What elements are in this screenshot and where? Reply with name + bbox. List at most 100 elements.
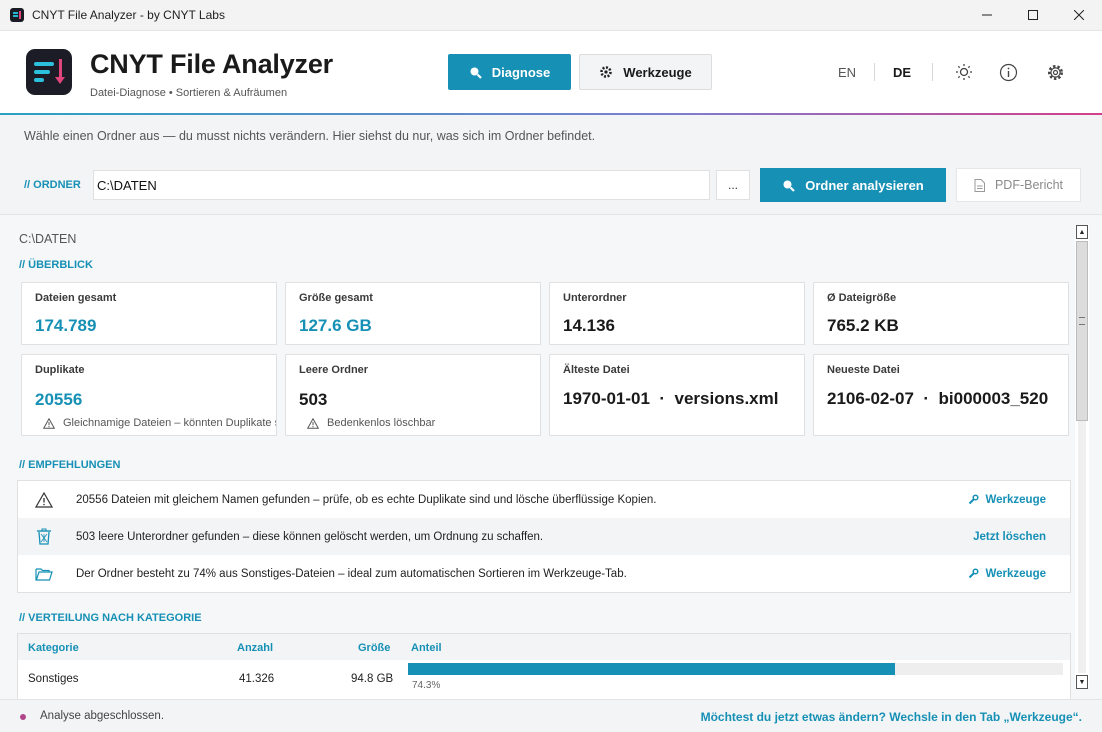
stat-label: Leere Ordner: [299, 364, 369, 376]
open-tools-link[interactable]: Werkzeuge: [968, 568, 1046, 580]
search-icon: [783, 180, 796, 192]
app-header: CNYT File Analyzer Datei-Diagnose • Sort…: [0, 31, 1102, 115]
share-bar: [408, 663, 1063, 675]
minimize-icon: [982, 14, 992, 16]
sun-icon: [956, 64, 972, 80]
share-percent: 74.3%: [412, 680, 441, 691]
stat-value: 14.136: [563, 316, 615, 335]
category-count: 41.326: [239, 673, 275, 685]
column-header-share[interactable]: Anteil: [411, 642, 442, 654]
folder-path-input[interactable]: [93, 170, 710, 200]
category-distribution-table: Kategorie Anzahl Größe Anteil Sonstiges …: [17, 633, 1071, 699]
open-tools-label: Werkzeuge: [985, 567, 1046, 580]
wrench-icon: [969, 494, 980, 505]
stat-card-avg-size: Ø Dateigröße 765.2 KB: [813, 282, 1069, 345]
document-icon: [974, 178, 985, 192]
status-indicator: [20, 714, 26, 720]
tab-diagnose[interactable]: Diagnose: [448, 54, 571, 90]
recommendations-section-title: // EMPFEHLUNGEN: [19, 459, 121, 471]
stat-label: Älteste Datei: [563, 364, 630, 376]
scroll-grip: [1079, 317, 1085, 325]
stat-card-files: Dateien gesamt 174.789: [21, 282, 277, 345]
recommendation-item: Der Ordner besteht zu 74% aus Sonstiges-…: [18, 555, 1070, 592]
app-name: CNYT File Analyzer: [90, 49, 333, 79]
maximize-button[interactable]: [1010, 0, 1056, 30]
distribution-section-title: // VERTEILUNG NACH KATEGORIE: [19, 612, 202, 624]
stat-value: 1970-01-01 · versions.xml: [563, 389, 779, 408]
info-icon: [999, 63, 1017, 81]
stat-value: 2106-02-07 · bi000003_520: [827, 389, 1049, 408]
stat-label: Neueste Datei: [827, 364, 900, 376]
settings-button[interactable]: [1044, 61, 1066, 83]
stat-label: Unterordner: [563, 292, 627, 304]
column-header-category[interactable]: Kategorie: [28, 642, 79, 654]
stat-value: 174.789: [35, 316, 97, 335]
category-name: Sonstiges: [28, 673, 79, 685]
analyze-folder-button[interactable]: Ordner analysieren: [760, 168, 946, 202]
column-header-count[interactable]: Anzahl: [237, 642, 273, 654]
header-divider: [932, 63, 933, 81]
switch-to-tools-link[interactable]: Möchtest du jetzt etwas ändern? Wechsle …: [701, 710, 1082, 724]
open-tools-label: Werkzeuge: [985, 493, 1046, 506]
analyzed-path: C:\DATEN: [19, 232, 77, 246]
stat-label: Dateien gesamt: [35, 292, 117, 304]
app-logo: [26, 49, 72, 95]
header-accent-line: [0, 113, 1102, 115]
folder-open-icon: [34, 564, 54, 584]
app-icon: [10, 8, 24, 22]
theme-toggle-button[interactable]: [953, 61, 975, 83]
share-bar-fill: [408, 663, 895, 675]
search-icon: [470, 67, 482, 79]
app-subtitle: Datei-Diagnose • Sortieren & Aufräumen: [90, 87, 288, 99]
open-tools-link[interactable]: Werkzeuge: [968, 494, 1046, 506]
stat-label: Ø Dateigröße: [827, 292, 897, 304]
overview-section-title: // ÜBERBLICK: [19, 259, 93, 271]
close-icon: [1074, 10, 1084, 20]
trash-icon: [34, 527, 54, 547]
stat-card-oldest-file: Älteste Datei 1970-01-01 · versions.xml: [549, 354, 805, 436]
stat-value: 503: [299, 390, 328, 409]
stat-label: Größe gesamt: [299, 292, 373, 304]
stat-card-newest-file: Neueste Datei 2106-02-07 · bi000003_520: [813, 354, 1069, 436]
scroll-up-arrow[interactable]: ▲: [1076, 225, 1088, 239]
warning-icon: [43, 417, 55, 429]
tab-werkzeuge-label: Werkzeuge: [623, 64, 692, 80]
recommendation-text: 20556 Dateien mit gleichem Namen gefunde…: [76, 493, 657, 506]
delete-now-link[interactable]: Jetzt löschen: [973, 531, 1046, 543]
info-button[interactable]: [997, 61, 1019, 83]
instruction-text: Wähle einen Ordner aus — du musst nichts…: [24, 129, 596, 143]
stat-value: 765.2 KB: [827, 316, 899, 335]
header-divider: [874, 63, 875, 81]
browse-button[interactable]: ...: [716, 170, 750, 200]
close-button[interactable]: [1056, 0, 1102, 30]
vertical-scrollbar[interactable]: ▲ ▼: [1075, 225, 1089, 689]
scroll-down-arrow[interactable]: ▼: [1076, 675, 1088, 689]
stat-note-text: Bedenkenlos löschbar: [327, 417, 436, 429]
window-controls: [964, 0, 1102, 30]
wrench-icon: [969, 568, 980, 579]
language-en[interactable]: EN: [838, 65, 856, 80]
warning-icon: [307, 417, 319, 429]
stat-note-text: Gleichnamige Dateien – könnten Duplikate…: [63, 417, 277, 429]
scroll-thumb[interactable]: [1076, 241, 1088, 421]
warning-icon: [34, 490, 54, 510]
results-panel: C:\DATEN // ÜBERBLICK Dateien gesamt 174…: [0, 214, 1102, 699]
tab-diagnose-label: Diagnose: [491, 64, 551, 80]
pdf-report-label: PDF-Bericht: [994, 178, 1064, 192]
folder-label: // ORDNER: [24, 179, 81, 191]
pdf-report-button[interactable]: PDF-Bericht: [956, 168, 1081, 202]
column-header-size[interactable]: Größe: [358, 642, 390, 654]
recommendation-text: Der Ordner besteht zu 74% aus Sonstiges-…: [76, 567, 627, 580]
recommendation-item: 503 leere Unterordner gefunden – diese k…: [18, 518, 1070, 555]
tab-werkzeuge[interactable]: Werkzeuge: [579, 54, 712, 90]
status-bar: Analyse abgeschlossen. Möchtest du jetzt…: [0, 699, 1102, 732]
stat-card-size: Größe gesamt 127.6 GB: [285, 282, 541, 345]
stat-note: Bedenkenlos löschbar: [307, 417, 435, 429]
settings-gear-icon: [1047, 64, 1063, 80]
analyze-folder-label: Ordner analysieren: [805, 177, 924, 193]
recommendation-text: 503 leere Unterordner gefunden – diese k…: [76, 530, 544, 543]
stat-value: 127.6 GB: [299, 316, 372, 335]
recommendations-list: 20556 Dateien mit gleichem Namen gefunde…: [17, 480, 1071, 593]
minimize-button[interactable]: [964, 0, 1010, 30]
language-de[interactable]: DE: [893, 65, 911, 80]
